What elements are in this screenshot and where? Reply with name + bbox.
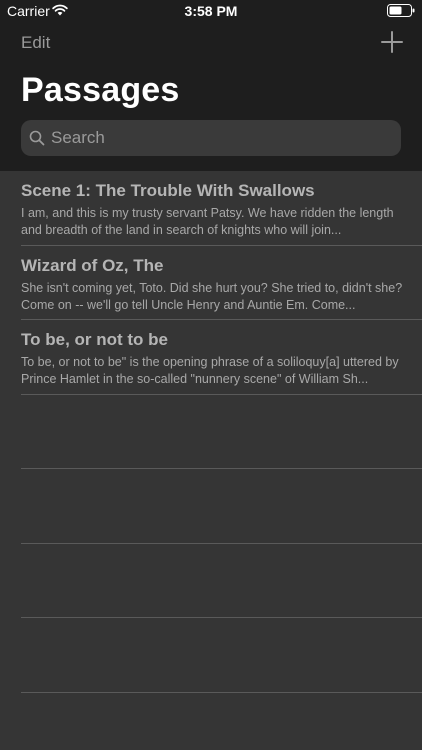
passage-preview: I am, and this is my trusty servant Pats… (21, 206, 394, 237)
nav-bar: Edit (0, 22, 422, 66)
empty-row (21, 395, 422, 469)
page-title: Passages (21, 71, 180, 109)
header: Carrier 3:58 PM Edit Passages (0, 0, 422, 171)
battery-icon (387, 4, 415, 17)
status-bar: Carrier 3:58 PM (0, 0, 422, 22)
list-item[interactable]: Wizard of Oz, The She isn't coming yet, … (21, 246, 422, 320)
search-icon (29, 130, 45, 146)
passage-title: Wizard of Oz, The (21, 255, 164, 275)
list-item[interactable]: To be, or not to be To be, or not to be"… (21, 320, 422, 395)
list-item[interactable]: Scene 1: The Trouble With Swallows I am,… (21, 171, 422, 246)
status-time: 3:58 PM (184, 3, 238, 19)
search-input[interactable] (51, 120, 391, 156)
passage-title: To be, or not to be (21, 330, 168, 349)
passage-preview: She isn't coming yet, Toto. Did she hurt… (21, 280, 403, 312)
empty-row (21, 544, 422, 618)
search-bar[interactable] (21, 120, 401, 156)
edit-button[interactable]: Edit (21, 33, 50, 53)
passage-preview: To be, or not to be" is the opening phra… (21, 355, 399, 386)
passage-title: Scene 1: The Trouble With Swallows (21, 181, 315, 200)
plus-icon (381, 31, 403, 53)
add-button[interactable] (381, 31, 403, 53)
passage-list: Scene 1: The Trouble With Swallows I am,… (0, 171, 422, 693)
passages-screen: Carrier 3:58 PM Edit Passages Search Sce… (0, 0, 422, 750)
empty-row (21, 469, 422, 544)
empty-row (21, 618, 422, 693)
